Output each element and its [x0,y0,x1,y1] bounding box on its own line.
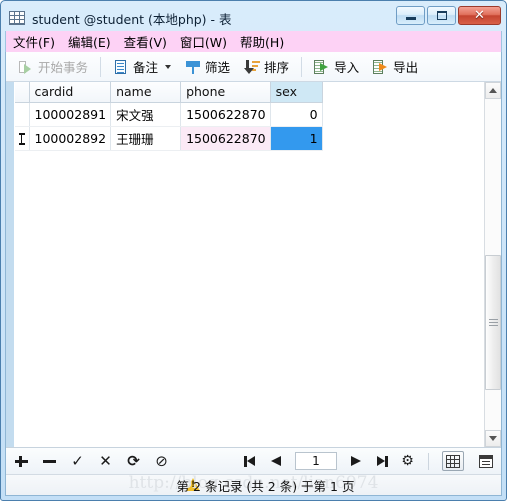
filter-button[interactable]: 筛选 [178,54,237,80]
apply-changes-button[interactable]: ✓ [70,453,85,469]
cell-cardid[interactable]: 100002892 [29,126,112,151]
settings-button[interactable]: ⚙ [400,454,415,469]
table-header-row: cardid name phone sex [15,82,323,103]
row-marker [15,102,30,127]
previous-page-button[interactable] [269,454,284,469]
window-title: student @student (本地php) - 表 [32,11,232,27]
chevron-up-icon [489,88,497,93]
data-table: cardid name phone sex 100002891 宋文强 1500… [15,82,323,151]
column-header-cardid[interactable]: cardid [29,82,112,103]
menu-item-window[interactable]: 窗口(W) [180,32,227,51]
begin-transaction-button[interactable]: 开始事务 [11,54,95,80]
sort-button[interactable]: 排序 [237,54,296,80]
data-grid[interactable]: cardid name phone sex 100002891 宋文强 1500… [6,82,484,447]
view-separator [428,452,429,470]
row-gutter [6,82,15,447]
toolbar: 开始事务 备注 筛选 排序 导入 导出 [6,52,501,82]
cell-phone[interactable]: 1500622870 [180,126,271,151]
first-page-button[interactable] [243,454,258,469]
cell-cardid[interactable]: 100002891 [29,102,112,127]
data-grid-area: cardid name phone sex 100002891 宋文强 1500… [6,82,501,447]
close-button[interactable]: ✕ [458,6,501,25]
grid-view-button[interactable] [442,451,464,471]
next-page-button[interactable] [348,454,363,469]
cell-name[interactable]: 宋文强 [110,102,182,127]
vertical-scrollbar[interactable] [484,82,501,447]
record-navigation-bar: ✓ ✕ ⟳ ⊘ 1 ⚙ [6,447,501,474]
delete-record-button[interactable] [42,454,57,469]
sort-label: 排序 [264,60,290,75]
column-header-name[interactable]: name [110,82,182,103]
grip-icon [488,317,498,328]
client-area: 开始事务 备注 筛选 排序 导入 导出 cardid name phone se… [5,52,502,496]
filter-label: 筛选 [205,60,231,75]
sort-icon [244,59,261,75]
toolbar-separator-1 [100,56,102,77]
import-button[interactable]: 导入 [307,54,366,80]
begin-transaction-label: 开始事务 [38,60,89,75]
cancel-changes-button[interactable]: ✕ [98,453,113,469]
close-icon: ✕ [474,8,485,23]
menu-item-view[interactable]: 查看(V) [124,32,167,51]
page-navigation: 1 ⚙ [243,451,497,471]
note-label: 备注 [133,60,159,75]
export-label: 导出 [393,60,419,75]
add-record-button[interactable] [14,454,29,469]
grid-view-icon [446,454,460,468]
application-window: student @student (本地php) - 表 ✕ 文件(F) 编辑(… [0,0,507,501]
cell-phone[interactable]: 1500622870 [180,102,271,127]
minimize-button[interactable] [396,6,425,25]
import-icon [314,59,330,75]
maximize-button[interactable] [427,6,456,25]
ibeam-cursor-icon [18,133,25,145]
minimize-icon [405,17,416,20]
title-bar[interactable]: student @student (本地php) - 表 ✕ [5,5,502,31]
import-label: 导入 [334,60,360,75]
refresh-button[interactable]: ⟳ [126,453,141,469]
menu-item-edit[interactable]: 编辑(E) [68,32,111,51]
menu-bar: 文件(F) 编辑(E) 查看(V) 窗口(W) 帮助(H) [5,31,502,52]
note-button[interactable]: 备注 [106,54,178,80]
cell-name[interactable]: 王珊珊 [110,126,182,151]
menu-item-help[interactable]: 帮助(H) [240,32,284,51]
filter-icon [185,59,201,75]
last-page-button[interactable] [374,454,389,469]
column-header-sex[interactable]: sex [270,82,323,103]
form-view-icon [479,454,493,468]
scroll-down-button[interactable] [485,430,501,447]
page-number-input[interactable]: 1 [295,452,337,470]
chevron-down-icon[interactable] [165,64,172,69]
note-icon [113,59,129,75]
menu-item-file[interactable]: 文件(F) [13,32,55,51]
export-button[interactable]: 导出 [366,54,425,80]
column-header-phone[interactable]: phone [180,82,271,103]
record-actions: ✓ ✕ ⟳ ⊘ [14,453,169,469]
table-row[interactable]: 100002892 王珊珊 1500622870 1 [15,126,323,151]
status-bar: http://blog.csdn.net/lian6974 第 2 条记录 (共… [6,473,501,495]
form-view-button[interactable] [475,451,497,471]
table-icon [9,11,25,25]
play-icon [18,59,34,75]
cell-sex[interactable]: 1 [270,126,323,151]
maximize-icon [436,11,447,20]
row-header-corner [15,82,30,103]
toolbar-separator-2 [301,56,303,77]
stop-button[interactable]: ⊘ [154,453,169,469]
window-controls: ✕ [396,6,501,25]
scroll-up-button[interactable] [485,82,501,99]
scrollbar-track[interactable] [485,99,501,430]
table-row[interactable]: 100002891 宋文强 1500622870 0 [15,102,323,127]
chevron-down-icon [489,436,497,441]
export-icon [373,59,389,75]
cell-sex[interactable]: 0 [270,102,323,127]
record-status-text: 第 2 条记录 (共 2 条) 于第 1 页 [176,478,355,494]
scrollbar-thumb[interactable] [485,254,501,391]
row-marker [15,126,30,151]
